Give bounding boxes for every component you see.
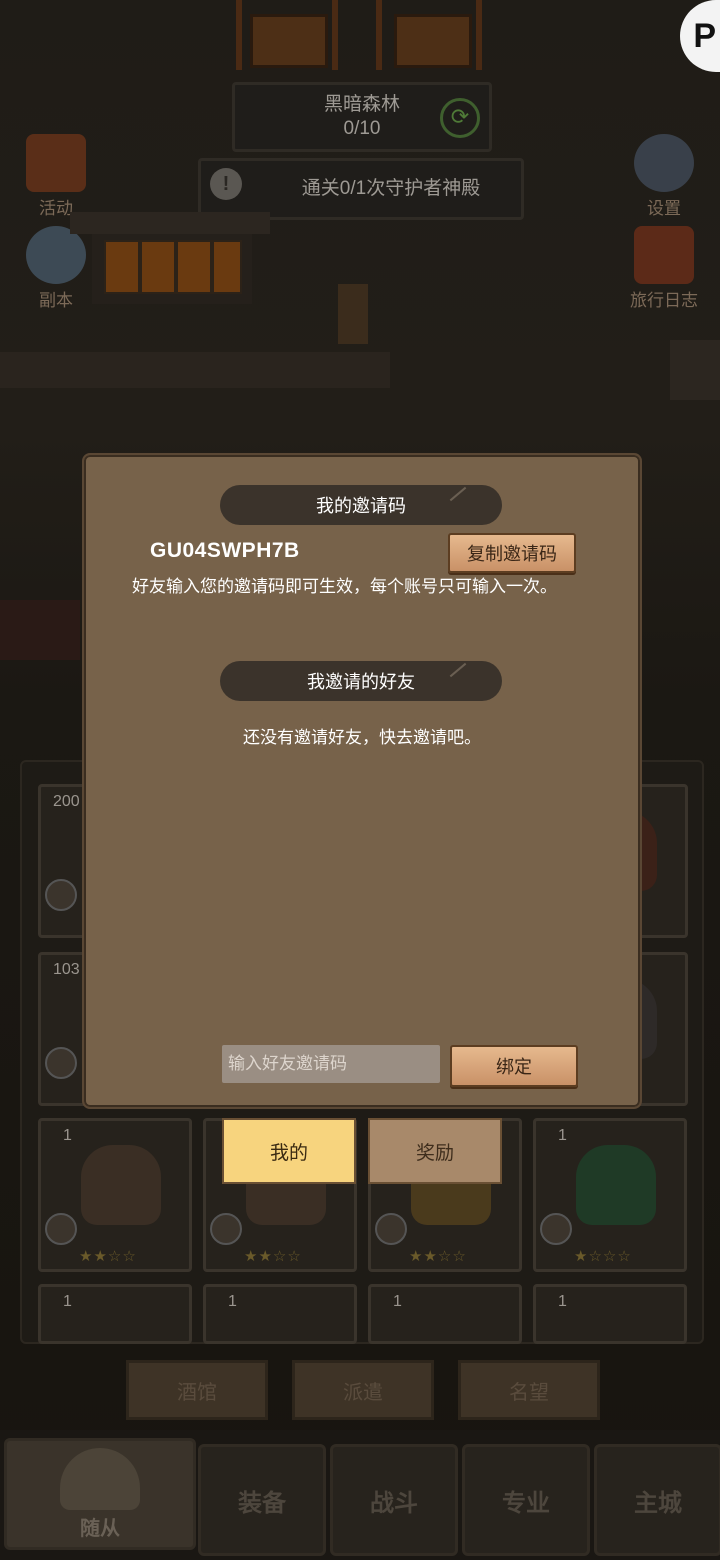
nav-label: 专业 <box>502 1489 550 1517</box>
stage-progress: 0/10 <box>343 118 381 139</box>
element-orb-icon <box>45 1213 77 1245</box>
tab-reputation[interactable]: 名望 <box>458 1360 600 1420</box>
nav-label: 主城 <box>634 1489 682 1517</box>
window <box>176 240 212 294</box>
follower-card[interactable]: 1 <box>368 1284 522 1344</box>
window <box>140 240 176 294</box>
element-orb-icon <box>45 1047 77 1079</box>
stage-name: 黑暗森林 <box>323 94 400 115</box>
rope <box>476 0 482 70</box>
card-count: 200 <box>53 793 80 810</box>
rope <box>376 0 382 70</box>
tab-mine-label: 我的 <box>269 1142 308 1164</box>
roof <box>70 212 270 234</box>
invite-dialog: 我的邀请码 GU04SWPH7B 复制邀请码 好友输入您的邀请码即可生效，每个账… <box>82 453 642 1109</box>
my-code-header-text: 我的邀请码 <box>316 496 406 516</box>
follower-card[interactable]: 1 <box>38 1284 192 1344</box>
hanging-board <box>394 14 472 68</box>
rope <box>332 0 338 70</box>
activity-button[interactable]: 活动 <box>14 134 98 219</box>
element-orb-icon <box>210 1213 242 1245</box>
star-rating: ★★☆☆ <box>244 1248 302 1265</box>
card-count: 1 <box>558 1127 567 1144</box>
card-count: 1 <box>63 1293 72 1310</box>
activity-board-icon <box>26 134 86 192</box>
nav-label: 随从 <box>80 1517 120 1540</box>
element-orb-icon <box>375 1213 407 1245</box>
copy-code-button[interactable]: 复制邀请码 <box>448 533 576 573</box>
lantern <box>338 284 368 344</box>
star-rating: ★☆☆☆ <box>574 1248 632 1265</box>
invite-code: GU04SWPH7B <box>150 539 300 562</box>
nav-followers[interactable]: 随从 <box>4 1438 196 1550</box>
nav-label: 战斗 <box>370 1489 418 1517</box>
rope <box>236 0 242 70</box>
tab-dispatch[interactable]: 派遣 <box>292 1360 434 1420</box>
window <box>104 240 140 294</box>
follower-card[interactable]: 1 ★☆☆☆ <box>533 1118 687 1272</box>
activity-label: 活动 <box>39 199 73 218</box>
my-code-header: 我的邀请码 <box>220 485 502 525</box>
settings-button[interactable]: 设置 <box>622 134 706 219</box>
bind-button[interactable]: 绑定 <box>450 1045 578 1087</box>
follower-card[interactable]: 1 ★★☆☆ <box>38 1118 192 1272</box>
tab-label: 名望 <box>509 1381 549 1404</box>
nav-equipment[interactable]: 装备 <box>198 1444 326 1556</box>
follower-card[interactable]: 1 <box>533 1284 687 1344</box>
tab-rewards-label: 奖励 <box>415 1142 454 1164</box>
nav-profession[interactable]: 专业 <box>462 1444 590 1556</box>
nav-main-city[interactable]: 主城 <box>594 1444 720 1556</box>
journal-book-icon <box>634 226 694 284</box>
dungeon-label: 副本 <box>39 291 73 310</box>
bind-label: 绑定 <box>496 1057 532 1077</box>
alert-icon: ! <box>210 168 242 200</box>
shrubs <box>0 600 80 660</box>
tab-mine[interactable]: 我的 <box>222 1118 356 1184</box>
dungeon-button[interactable]: 副本 <box>14 226 98 311</box>
tab-rewards[interactable]: 奖励 <box>368 1118 502 1184</box>
card-count: 1 <box>63 1127 72 1144</box>
nav-battle[interactable]: 战斗 <box>330 1444 458 1556</box>
star-rating: ★★☆☆ <box>409 1248 467 1265</box>
invited-friends-header-text: 我邀请的好友 <box>307 672 415 692</box>
nav-label: 装备 <box>238 1489 286 1517</box>
quest-panel[interactable]: 通关0/1次守护者神殿 <box>198 158 524 220</box>
helmet-icon <box>60 1447 140 1510</box>
tab-label: 派遣 <box>343 1381 383 1404</box>
card-count: 1 <box>558 1293 567 1310</box>
badge-letter: P <box>693 16 716 55</box>
element-orb-icon <box>45 879 77 911</box>
copy-code-label: 复制邀请码 <box>467 544 557 564</box>
journal-label: 旅行日志 <box>630 291 698 310</box>
roof <box>0 352 390 388</box>
settings-label: 设置 <box>647 199 681 218</box>
star-rating: ★★☆☆ <box>79 1248 137 1265</box>
element-orb-icon <box>540 1213 572 1245</box>
follower-card[interactable]: 1 <box>203 1284 357 1344</box>
card-count: 1 <box>393 1293 402 1310</box>
invite-description: 好友输入您的邀请码即可生效，每个账号只可输入一次。 <box>132 577 557 596</box>
invite-code-input[interactable] <box>222 1045 440 1083</box>
empty-friends-text: 还没有邀请好友，快去邀请吧。 <box>243 728 481 747</box>
card-count: 1 <box>228 1293 237 1310</box>
roof <box>670 340 720 400</box>
refresh-icon[interactable]: ⟳ <box>440 98 480 138</box>
invited-friends-header: 我邀请的好友 <box>220 661 502 701</box>
tab-label: 酒馆 <box>177 1381 217 1404</box>
journal-button[interactable]: 旅行日志 <box>622 226 706 311</box>
card-count: 103 <box>53 961 80 978</box>
dungeon-portal-icon <box>26 226 86 284</box>
gear-icon <box>634 134 694 192</box>
quest-text: 通关0/1次守护者神殿 <box>301 178 481 199</box>
window <box>212 240 242 294</box>
hanging-board <box>250 14 328 68</box>
tab-tavern[interactable]: 酒馆 <box>126 1360 268 1420</box>
follower-portrait <box>576 1145 656 1225</box>
follower-portrait <box>81 1145 161 1225</box>
